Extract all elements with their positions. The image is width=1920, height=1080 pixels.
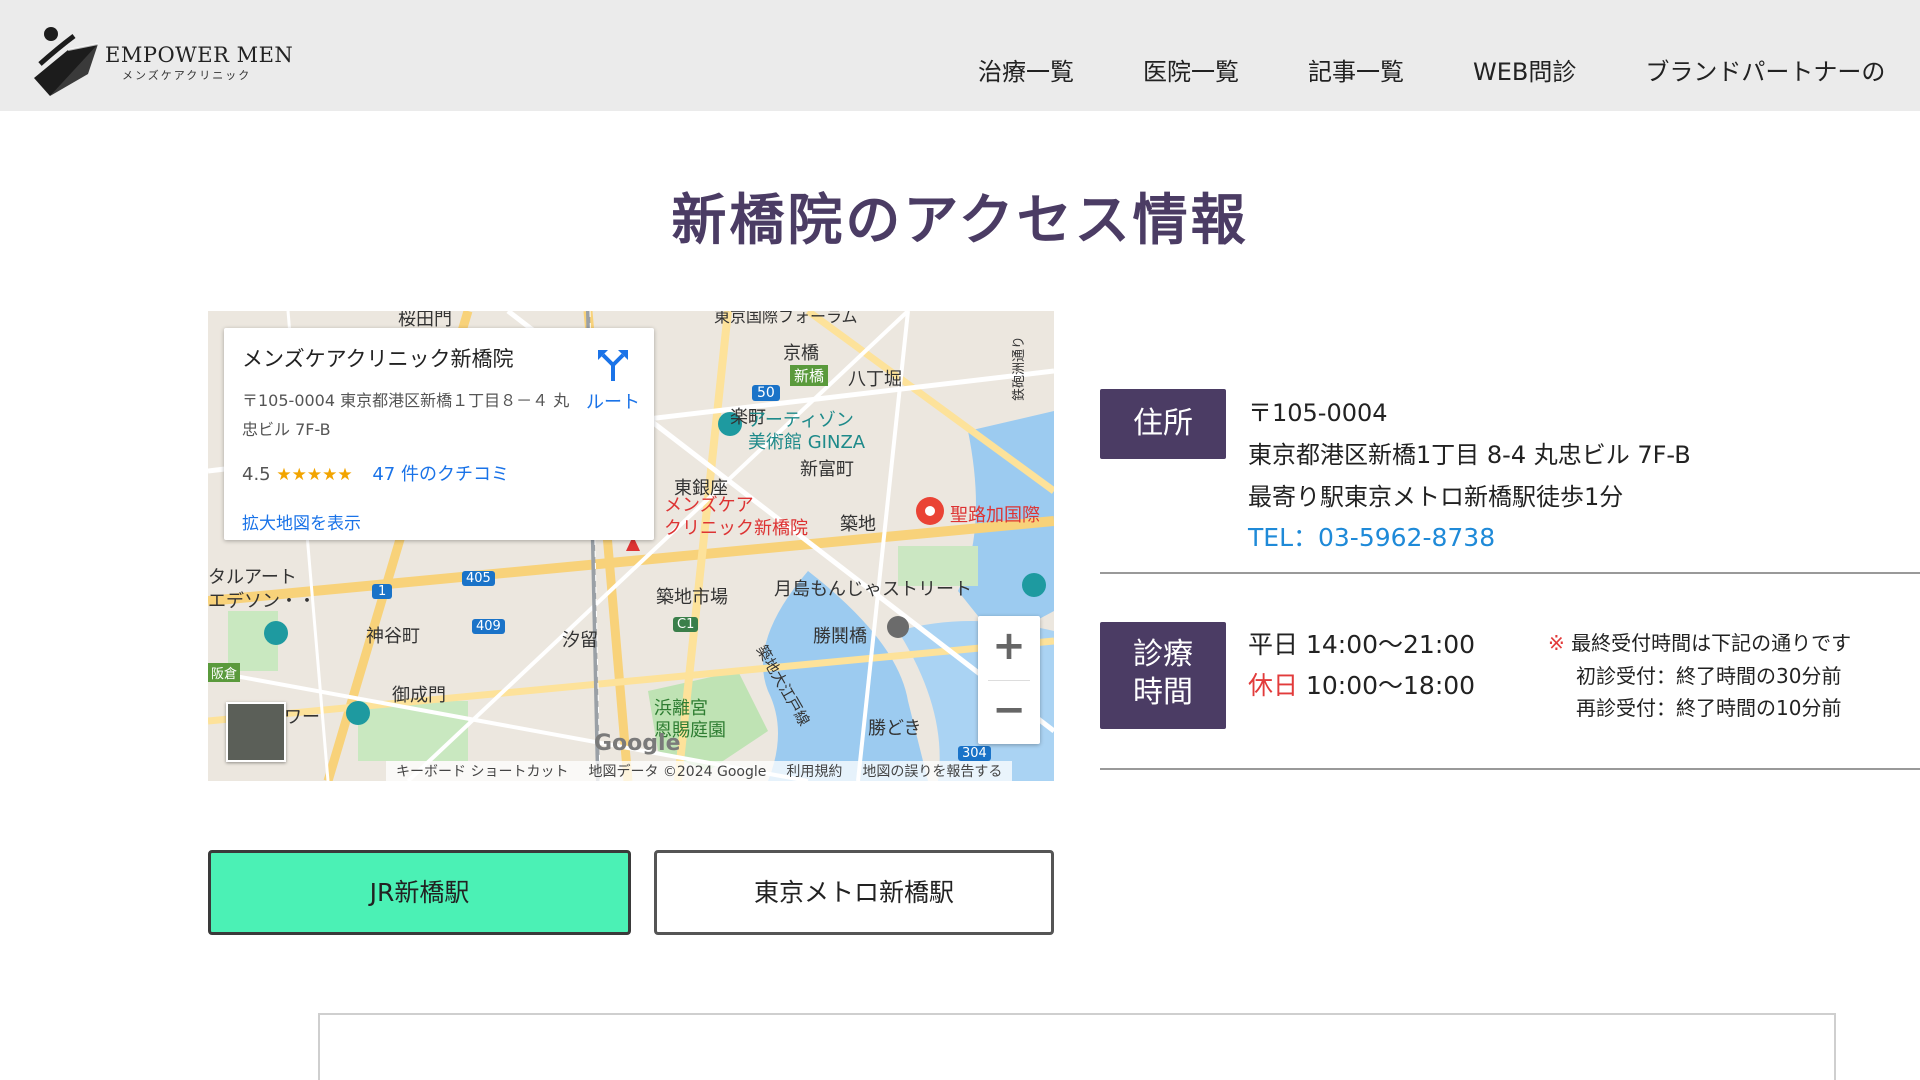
map-label-right-road: 鉄砲洲通り	[1012, 335, 1027, 401]
hours-label-line-2: 時間	[1133, 675, 1193, 710]
map-label-kyobashi: 京橋	[783, 343, 819, 364]
zoom-in-button[interactable]: +	[978, 616, 1040, 680]
reception-note-3: 再診受付：終了時間の10分前	[1576, 696, 1842, 720]
weekday-label: 平日	[1248, 630, 1299, 659]
map-label-art-2: エデソン・・	[208, 591, 316, 612]
map-route-405: 405	[462, 571, 495, 586]
map-label-shiodome: 汐留	[562, 630, 598, 651]
directions-icon	[598, 350, 628, 381]
map-label-art-1: タルアート	[208, 567, 297, 588]
map-label-shintomicho: 新富町	[800, 459, 854, 480]
weekday-hours: 平日 14:00〜21:00	[1248, 625, 1475, 661]
divider	[1100, 768, 1920, 770]
map-terms-link[interactable]: 利用規約	[786, 761, 842, 781]
page-title: 新橋院のアクセス情報	[671, 187, 1249, 252]
map-label-kachidoki: 勝どき	[868, 718, 922, 739]
map-route-label: ルート	[586, 392, 640, 413]
map-zoom-control: + −	[978, 616, 1040, 744]
nearest-station: 最寄り駅東京メトロ新橋駅徒歩1分	[1248, 483, 1624, 511]
map-label-kamiyacho: 神谷町	[366, 626, 420, 647]
address-line: 東京都港区新橋1丁目 8-4 丸忠ビル 7F-B	[1248, 441, 1691, 469]
weekday-time: 14:00〜21:00	[1305, 630, 1476, 659]
address-label: 住所	[1100, 389, 1226, 459]
metro-shinbashi-button[interactable]: 東京メトロ新橋駅	[654, 850, 1054, 935]
zoom-out-button[interactable]: −	[978, 680, 1040, 744]
jr-shinbashi-button[interactable]: JR新橋駅	[208, 850, 631, 935]
map-label-monja: 月島もんじゃストリート	[774, 579, 972, 600]
map-label-forum: 東京国際フォーラム	[714, 311, 858, 326]
nav-brand-partner[interactable]: ブランドパートナーの	[1645, 52, 1885, 87]
logo-title: EMPOWER MEN	[105, 43, 294, 67]
map-rating-value: 4.5	[242, 464, 271, 485]
divider	[1100, 572, 1920, 574]
map-label-tower: ワー	[284, 707, 320, 728]
address-zip: 〒105-0004	[1248, 399, 1388, 427]
map-info-card: メンズケアクリニック新橋院 〒105-0004 東京都港区新橋１丁目８－４ 丸忠…	[224, 328, 654, 540]
map-label-hatchobori: 八丁堀	[848, 369, 902, 390]
map-label-sign: 阪倉	[208, 663, 241, 682]
logo-mark-icon	[34, 27, 99, 96]
satellite-view-toggle[interactable]	[226, 702, 286, 762]
map-label-kachidoki-bridge: 勝鬨橋	[813, 626, 867, 647]
nav-clinics[interactable]: 医院一覧	[1143, 52, 1239, 87]
map-label-onarimon: 御成門	[392, 685, 446, 706]
map-route-button[interactable]: ルート	[579, 348, 647, 414]
star-icon: ★★★★★	[276, 465, 353, 485]
logo[interactable]: EMPOWER MEN メンズケアクリニック	[28, 16, 293, 98]
map-report-error-link[interactable]: 地図の誤りを報告する	[862, 761, 1002, 781]
reception-note-1: ※ 最終受付時間は下記の通りです	[1548, 627, 1851, 656]
map-label-tsukiji: 築地	[840, 514, 876, 535]
map-route-c1: C1	[673, 617, 699, 632]
holiday-hours: 休日 10:00〜18:00	[1248, 666, 1475, 702]
map-route-304: 304	[958, 746, 991, 761]
map-keyboard-shortcuts[interactable]: キーボード ショートカット	[396, 761, 568, 781]
nav-web-consultation[interactable]: WEB問診	[1473, 52, 1576, 87]
hours-label-line-1: 診療	[1133, 637, 1193, 672]
map-label-tsukiji-market: 築地市場	[656, 587, 728, 608]
map-footer: キーボード ショートカット 地図データ ©2024 Google 利用規約 地図…	[386, 761, 1013, 781]
reception-note-2: 初診受付：終了時間の30分前	[1576, 664, 1842, 688]
map-route-409: 409	[472, 619, 505, 634]
map-label-clinic-2: クリニック新橋院	[664, 518, 808, 539]
note-mark: ※	[1548, 631, 1565, 655]
map-place-name: メンズケアクリニック新橋院	[242, 347, 514, 371]
map-rating: 4.5 ★★★★★ 47 件のクチコミ	[242, 460, 509, 486]
nav-treatments[interactable]: 治療一覧	[978, 52, 1074, 87]
nav-articles[interactable]: 記事一覧	[1308, 52, 1404, 87]
note-text-1: 最終受付時間は下記の通りです	[1571, 631, 1852, 655]
map-route-50: 50	[752, 385, 780, 401]
site-header: EMPOWER MEN メンズケアクリニック 治療一覧 医院一覧 記事一覧 WE…	[0, 0, 1920, 111]
map-label-aquarium-2: 美術館 GINZA	[748, 432, 866, 453]
map-route-1: 1	[372, 584, 393, 599]
map-label-shinbashi-station: 新橋	[790, 365, 829, 386]
holiday-time: 10:00〜18:00	[1305, 671, 1476, 700]
google-logo: Google	[594, 731, 681, 756]
hours-label: 診療 時間	[1100, 622, 1226, 729]
map-label-hospital: 聖路加国際	[950, 505, 1040, 526]
tel-link[interactable]: TEL：03-5962-8738	[1248, 518, 1495, 554]
map-reviews-link[interactable]: 47 件のクチコミ	[372, 464, 509, 485]
map-enlarge-link[interactable]: 拡大地図を表示	[242, 509, 361, 534]
logo-subtitle: メンズケアクリニック	[122, 69, 252, 82]
holiday-label: 休日	[1248, 671, 1299, 700]
google-map[interactable]: 楽町 京橋 新橋 八丁堀 50 アーティゾン 美術館 GINZA 新富町 東銀座…	[208, 311, 1054, 781]
main-nav: 治療一覧 医院一覧 記事一覧 WEB問診 ブランドパートナーの	[978, 52, 1920, 87]
content-box	[318, 1013, 1836, 1080]
map-place-address: 〒105-0004 東京都港区新橋１丁目８－４ 丸忠ビル 7F-B	[242, 391, 570, 439]
map-data-credit: 地図データ ©2024 Google	[588, 764, 767, 780]
